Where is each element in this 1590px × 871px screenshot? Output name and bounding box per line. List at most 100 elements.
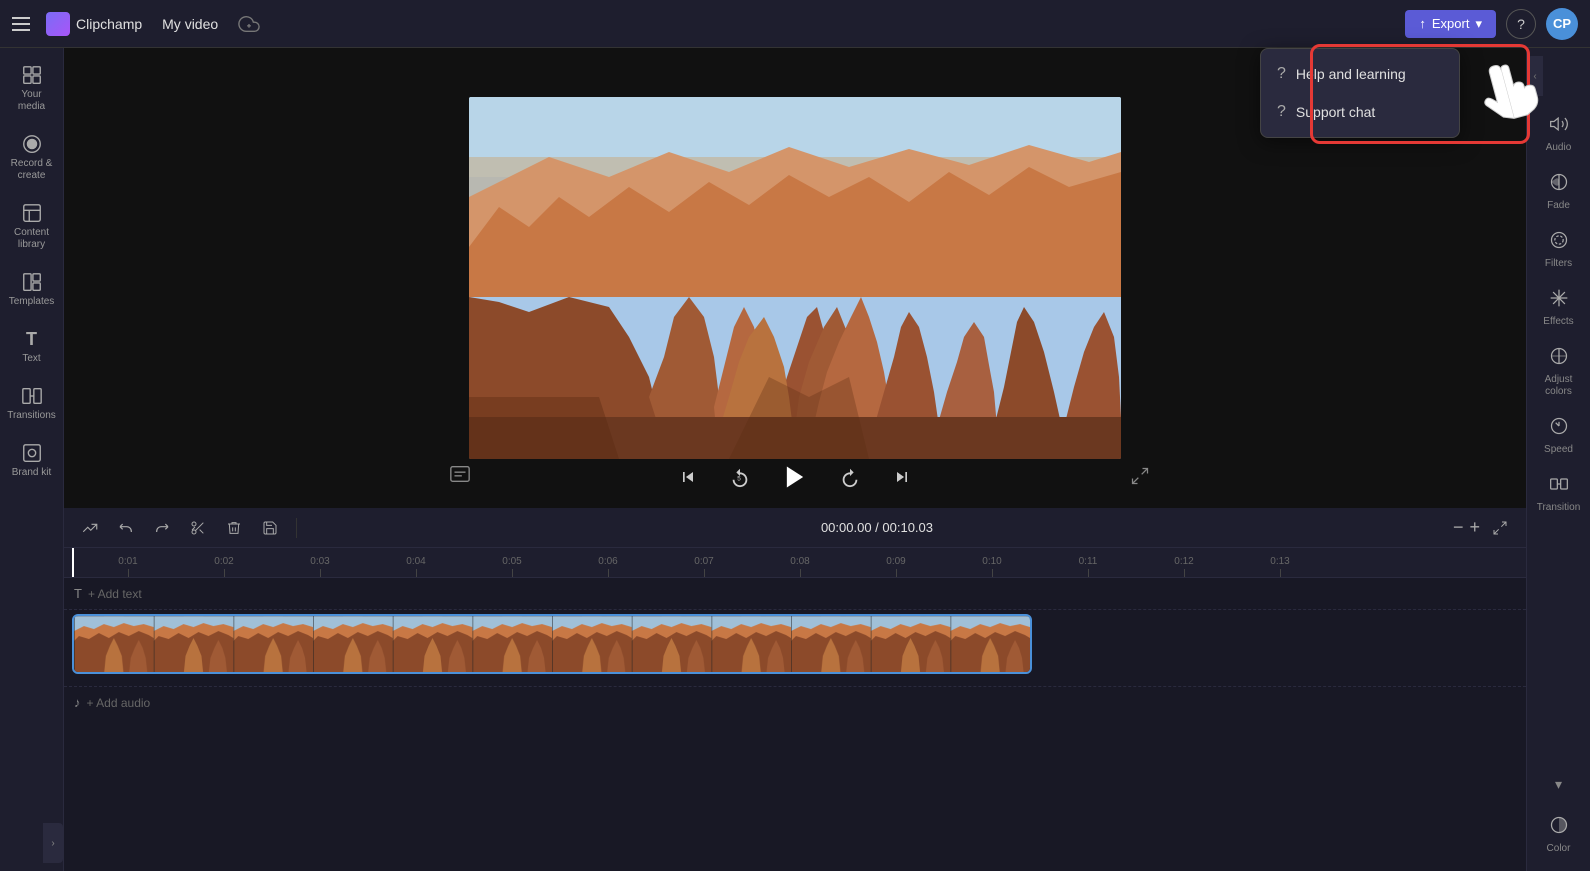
fade-icon — [1549, 172, 1569, 197]
right-sidebar-expand[interactable]: ▾ — [1530, 768, 1588, 801]
video-frame — [469, 97, 1121, 459]
chevron-down-icon: ▾ — [1555, 776, 1562, 793]
right-sidebar-color[interactable]: Color — [1530, 807, 1588, 863]
sidebar-item-transitions[interactable]: Transitions — [4, 377, 60, 430]
right-sidebar-fade-label: Fade — [1547, 200, 1570, 212]
right-sidebar-transition[interactable]: Transition — [1530, 466, 1588, 522]
right-sidebar-effects[interactable]: Effects — [1530, 280, 1588, 336]
right-sidebar-filters-label: Filters — [1545, 258, 1572, 270]
sidebar-label-brand-kit: Brand kit — [12, 467, 51, 479]
topbar-right: ↑ Export ▾ ? CP — [1405, 8, 1578, 40]
skip-start-button[interactable] — [672, 461, 704, 493]
playback-controls: 5 — [672, 458, 918, 496]
fit-to-screen-button[interactable] — [1486, 514, 1514, 542]
right-sidebar-filters[interactable]: Filters — [1530, 222, 1588, 278]
effects-icon — [1549, 288, 1569, 313]
help-dropdown: ? Help and learning ? Support chat — [1260, 48, 1460, 138]
timeline-zoom-controls: − + — [1453, 514, 1514, 542]
right-sidebar-speed-label: Speed — [1544, 444, 1573, 456]
sidebar-label-text: Text — [22, 353, 40, 365]
audio-icon — [1549, 114, 1569, 139]
filters-icon — [1549, 230, 1569, 255]
right-sidebar-speed[interactable]: Speed — [1530, 408, 1588, 464]
add-audio-row[interactable]: ♪ + Add audio — [64, 686, 1526, 718]
help-learning-item[interactable]: ? Help and learning — [1261, 55, 1459, 93]
right-sidebar-fade[interactable]: Fade — [1530, 164, 1588, 220]
ruler-mark-4: 0:04 — [368, 556, 464, 577]
support-chat-item[interactable]: ? Support chat — [1261, 93, 1459, 131]
video-content — [469, 97, 1121, 459]
redo-button[interactable] — [148, 514, 176, 542]
export-label: Export — [1432, 16, 1470, 31]
timeline-area: 00:00.00 / 00:10.03 − + — [64, 508, 1526, 871]
timeline-divider — [296, 518, 297, 538]
add-audio-label: + Add audio — [87, 696, 151, 710]
support-chat-label: Support chat — [1296, 104, 1375, 120]
sidebar-label-your-media: Your media — [8, 89, 56, 113]
cut-button[interactable] — [184, 514, 212, 542]
color-icon — [1549, 815, 1569, 840]
help-learning-icon: ? — [1277, 65, 1286, 83]
export-arrow-icon: ↑ — [1419, 16, 1426, 31]
fast-forward-button[interactable] — [834, 461, 866, 493]
zoom-out-button[interactable]: − — [1453, 517, 1464, 538]
ruler-mark-6: 0:06 — [560, 556, 656, 577]
right-sidebar-collapse-button[interactable]: ‹ — [1527, 56, 1543, 96]
right-sidebar-color-label: Color — [1547, 843, 1571, 855]
video-track-strip[interactable] — [72, 614, 1032, 674]
right-sidebar: ‹ Audio Fade — [1526, 48, 1590, 871]
adjust-colors-icon — [1549, 346, 1569, 371]
right-sidebar-transition-label: Transition — [1537, 502, 1581, 514]
avatar[interactable]: CP — [1546, 8, 1578, 40]
ruler-mark-8: 0:08 — [752, 556, 848, 577]
ruler-mark-12: 0:12 — [1136, 556, 1232, 577]
center-area: 5 — [64, 48, 1526, 871]
record-icon — [21, 133, 43, 155]
sidebar-item-content-library[interactable]: Contentlibrary — [4, 194, 60, 259]
sidebar-label-content-library: Contentlibrary — [14, 227, 49, 251]
add-text-label: + Add text — [88, 587, 142, 601]
rewind-button[interactable]: 5 — [724, 461, 756, 493]
right-sidebar-audio[interactable]: Audio — [1530, 106, 1588, 162]
ruler-mark-5: 0:05 — [464, 556, 560, 577]
export-button[interactable]: ↑ Export ▾ — [1405, 10, 1496, 38]
sidebar-item-record[interactable]: Record &create — [4, 125, 60, 190]
ruler-mark-11: 0:11 — [1040, 556, 1136, 577]
right-sidebar-adjust-colors-label: Adjustcolors — [1545, 374, 1573, 398]
app-logo: Clipchamp — [46, 12, 142, 36]
sidebar-item-brand-kit[interactable]: Brand kit — [4, 434, 60, 487]
add-text-row[interactable]: T + Add text — [64, 578, 1526, 610]
help-button[interactable]: ? — [1506, 9, 1536, 39]
hamburger-menu-button[interactable] — [12, 12, 36, 36]
ruler-mark-3: 0:03 — [272, 556, 368, 577]
ruler-marks: 0:01 0:02 0:03 0:04 — [64, 548, 1526, 577]
fullscreen-button[interactable] — [1124, 460, 1156, 492]
magic-button[interactable] — [76, 514, 104, 542]
timeline-content: T + Add text — [64, 578, 1526, 871]
sidebar-item-templates[interactable]: Templates — [4, 263, 60, 316]
right-sidebar-audio-label: Audio — [1546, 142, 1572, 154]
skip-end-button[interactable] — [886, 461, 918, 493]
sidebar-item-your-media[interactable]: Your media — [4, 56, 60, 121]
topbar: Clipchamp My video ↑ Export ▾ ? CP ? Hel… — [0, 0, 1590, 48]
undo-button[interactable] — [112, 514, 140, 542]
topbar-left: Clipchamp My video — [12, 12, 1405, 36]
export-chevron-icon: ▾ — [1475, 16, 1482, 32]
sidebar-label-templates: Templates — [9, 296, 55, 308]
clipchamp-logo-icon — [46, 12, 70, 36]
playhead[interactable] — [72, 548, 74, 577]
right-sidebar-adjust-colors[interactable]: Adjustcolors — [1530, 338, 1588, 406]
ruler-mark-7: 0:07 — [656, 556, 752, 577]
save-button[interactable] — [256, 514, 284, 542]
speed-icon — [1549, 416, 1569, 441]
play-button[interactable] — [776, 458, 814, 496]
zoom-in-button[interactable]: + — [1469, 517, 1480, 538]
sidebar-label-transitions: Transitions — [7, 410, 56, 422]
sidebar-collapse-button[interactable]: › — [43, 823, 63, 863]
delete-button[interactable] — [220, 514, 248, 542]
ruler-mark-9: 0:09 — [848, 556, 944, 577]
subtitle-button[interactable] — [444, 458, 476, 490]
project-name[interactable]: My video — [152, 12, 228, 36]
sidebar-item-text[interactable]: T Text — [4, 320, 60, 373]
timeline-ruler: 0:01 0:02 0:03 0:04 — [64, 548, 1526, 578]
